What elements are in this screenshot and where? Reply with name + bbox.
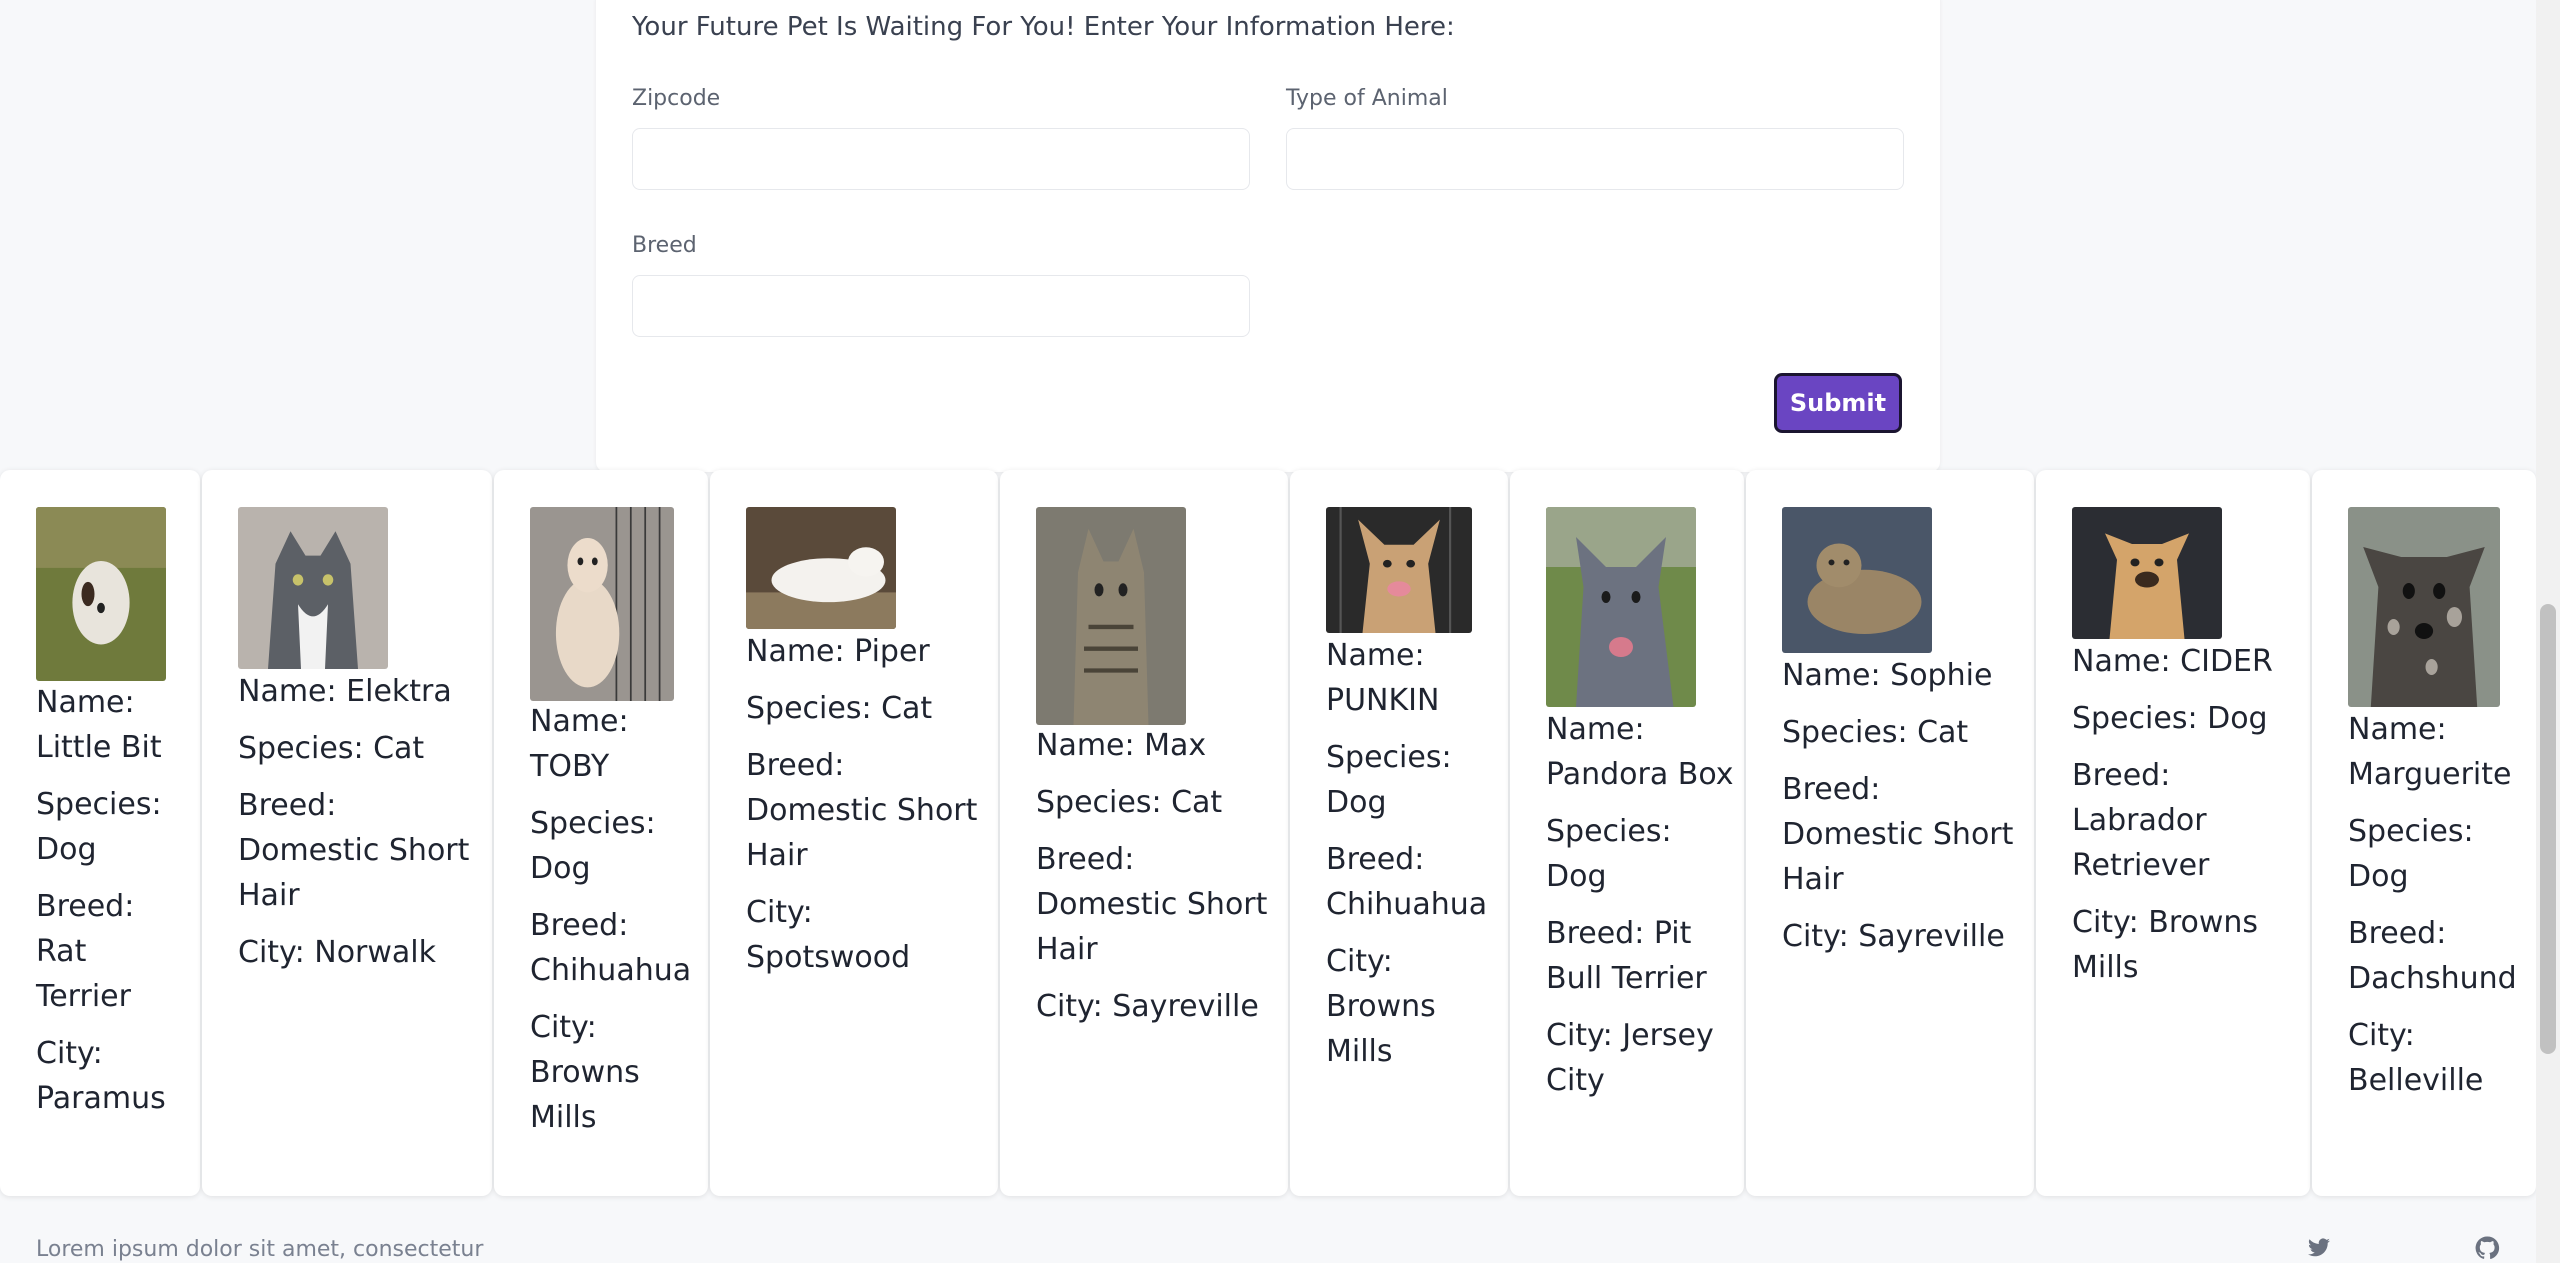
pet-name: Name: Little Bit [36, 685, 162, 765]
pet-name: Name: Pandora Box [1546, 712, 1734, 792]
pet-species: Species: Cat [746, 691, 933, 726]
pet-city: City: Browns Mills [1326, 944, 1436, 1069]
pet-name: Name: PUNKIN [1326, 638, 1440, 718]
zipcode-label: Zipcode [632, 86, 721, 111]
dog-photo-icon [36, 507, 166, 681]
pet-species: Species: Dog [1546, 814, 1672, 894]
pet-breed: Breed: Domestic Short Hair [238, 788, 470, 913]
breed-input[interactable] [632, 275, 1250, 337]
twitter-icon[interactable] [2306, 1236, 2332, 1260]
pet-city: City: Sayreville [1782, 919, 2005, 954]
animal-type-label: Type of Animal [1286, 86, 1448, 111]
pet-name: Name: Marguerite [2348, 712, 2512, 792]
pet-city: City: Spotswood [746, 895, 911, 975]
submit-button[interactable]: Submit [1774, 373, 1902, 433]
cat-photo-icon [238, 507, 388, 669]
pet-info: Name: TOBY Species: Dog Breed: Chihuahua… [530, 699, 700, 1152]
page: Your Future Pet Is Waiting For You! Ente… [0, 0, 2560, 1263]
pet-card[interactable]: Name: Piper Species: Cat Breed: Domestic… [710, 470, 998, 1196]
pet-city: City: Browns Mills [2072, 905, 2259, 985]
cat-photo-icon [746, 507, 896, 629]
animal-type-input[interactable] [1286, 128, 1904, 190]
pet-species: Species: Dog [1326, 740, 1452, 820]
form-title: Your Future Pet Is Waiting For You! Ente… [632, 12, 1455, 42]
page-scrollbar[interactable] [2536, 0, 2560, 1263]
pet-card[interactable]: Name: Max Species: Cat Breed: Domestic S… [1000, 470, 1288, 1196]
pet-name: Name: Max [1036, 728, 1207, 763]
pet-card[interactable]: Name: TOBY Species: Dog Breed: Chihuahua… [494, 470, 708, 1196]
pet-card[interactable]: Name: Elektra Species: Cat Breed: Domest… [202, 470, 492, 1196]
pet-name: Name: Sophie [1782, 658, 1993, 693]
pet-species: Species: Cat [238, 731, 425, 766]
github-icon[interactable] [2474, 1236, 2500, 1260]
cat-photo-icon [1782, 507, 1932, 653]
pet-name: Name: Piper [746, 634, 930, 669]
pet-breed: Breed: Domestic Short Hair [1782, 772, 2014, 897]
pet-results-list: Name: Little Bit Species: Dog Breed: Rat… [0, 470, 2536, 1196]
pet-card[interactable]: Name: Sophie Species: Cat Breed: Domesti… [1746, 470, 2034, 1196]
pet-info: Name: Marguerite Species: Dog Breed: Dac… [2348, 707, 2534, 1115]
pet-name: Name: Elektra [238, 674, 452, 709]
pet-city: City: Norwalk [238, 935, 437, 970]
pet-breed: Breed: Chihuahua [530, 908, 692, 988]
dog-photo-icon [2072, 507, 2222, 639]
pet-breed: Breed: Rat Terrier [36, 889, 135, 1014]
pet-search-form: Your Future Pet Is Waiting For You! Ente… [596, 0, 1940, 472]
pet-card[interactable]: Name: CIDER Species: Dog Breed: Labrador… [2036, 470, 2310, 1196]
pet-breed: Breed: Chihuahua [1326, 842, 1488, 922]
pet-city: City: Belleville [2348, 1018, 2484, 1098]
pet-species: Species: Dog [2072, 701, 2268, 736]
pet-info: Name: Elektra Species: Cat Breed: Domest… [238, 669, 478, 987]
pet-info: Name: Pandora Box Species: Dog Breed: Pi… [1546, 707, 1736, 1115]
pet-city: City: Browns Mills [530, 1010, 640, 1135]
pet-species: Species: Dog [36, 787, 162, 867]
pet-name: Name: CIDER [2072, 644, 2273, 679]
footer-text: Lorem ipsum dolor sit amet, consectetur [36, 1237, 484, 1262]
pet-card[interactable]: Name: Pandora Box Species: Dog Breed: Pi… [1510, 470, 1744, 1196]
dog-photo-icon [1326, 507, 1472, 633]
pet-info: Name: Piper Species: Cat Breed: Domestic… [746, 629, 986, 992]
pet-species: Species: Cat [1036, 785, 1223, 820]
pet-breed: Breed: Labrador Retriever [2072, 758, 2210, 883]
pet-breed: Breed: Domestic Short Hair [746, 748, 978, 873]
dog-photo-icon [530, 507, 674, 701]
pet-card[interactable]: Name: Marguerite Species: Dog Breed: Dac… [2312, 470, 2536, 1196]
pet-breed: Breed: Pit Bull Terrier [1546, 916, 1707, 996]
pet-info: Name: Little Bit Species: Dog Breed: Rat… [36, 680, 186, 1133]
dog-photo-icon [2348, 507, 2500, 707]
pet-info: Name: CIDER Species: Dog Breed: Labrador… [2072, 639, 2302, 1002]
dog-photo-icon [1546, 507, 1696, 707]
pet-species: Species: Dog [2348, 814, 2474, 894]
scrollbar-thumb[interactable] [2540, 604, 2556, 1054]
pet-name: Name: TOBY [530, 704, 629, 784]
cat-photo-icon [1036, 507, 1186, 725]
pet-card[interactable]: Name: Little Bit Species: Dog Breed: Rat… [0, 470, 200, 1196]
pet-city: City: Sayreville [1036, 989, 1259, 1024]
pet-info: Name: Sophie Species: Cat Breed: Domesti… [1782, 653, 2022, 971]
breed-label: Breed [632, 233, 697, 258]
pet-breed: Breed: Domestic Short Hair [1036, 842, 1268, 967]
pet-breed: Breed: Dachshund [2348, 916, 2517, 996]
pet-city: City: Paramus [36, 1036, 166, 1116]
pet-card[interactable]: Name: PUNKIN Species: Dog Breed: Chihuah… [1290, 470, 1508, 1196]
zipcode-input[interactable] [632, 128, 1250, 190]
pet-species: Species: Cat [1782, 715, 1969, 750]
pet-species: Species: Dog [530, 806, 656, 886]
pet-info: Name: Max Species: Cat Breed: Domestic S… [1036, 723, 1276, 1041]
pet-city: City: Jersey City [1546, 1018, 1714, 1098]
pet-info: Name: PUNKIN Species: Dog Breed: Chihuah… [1326, 633, 1496, 1086]
